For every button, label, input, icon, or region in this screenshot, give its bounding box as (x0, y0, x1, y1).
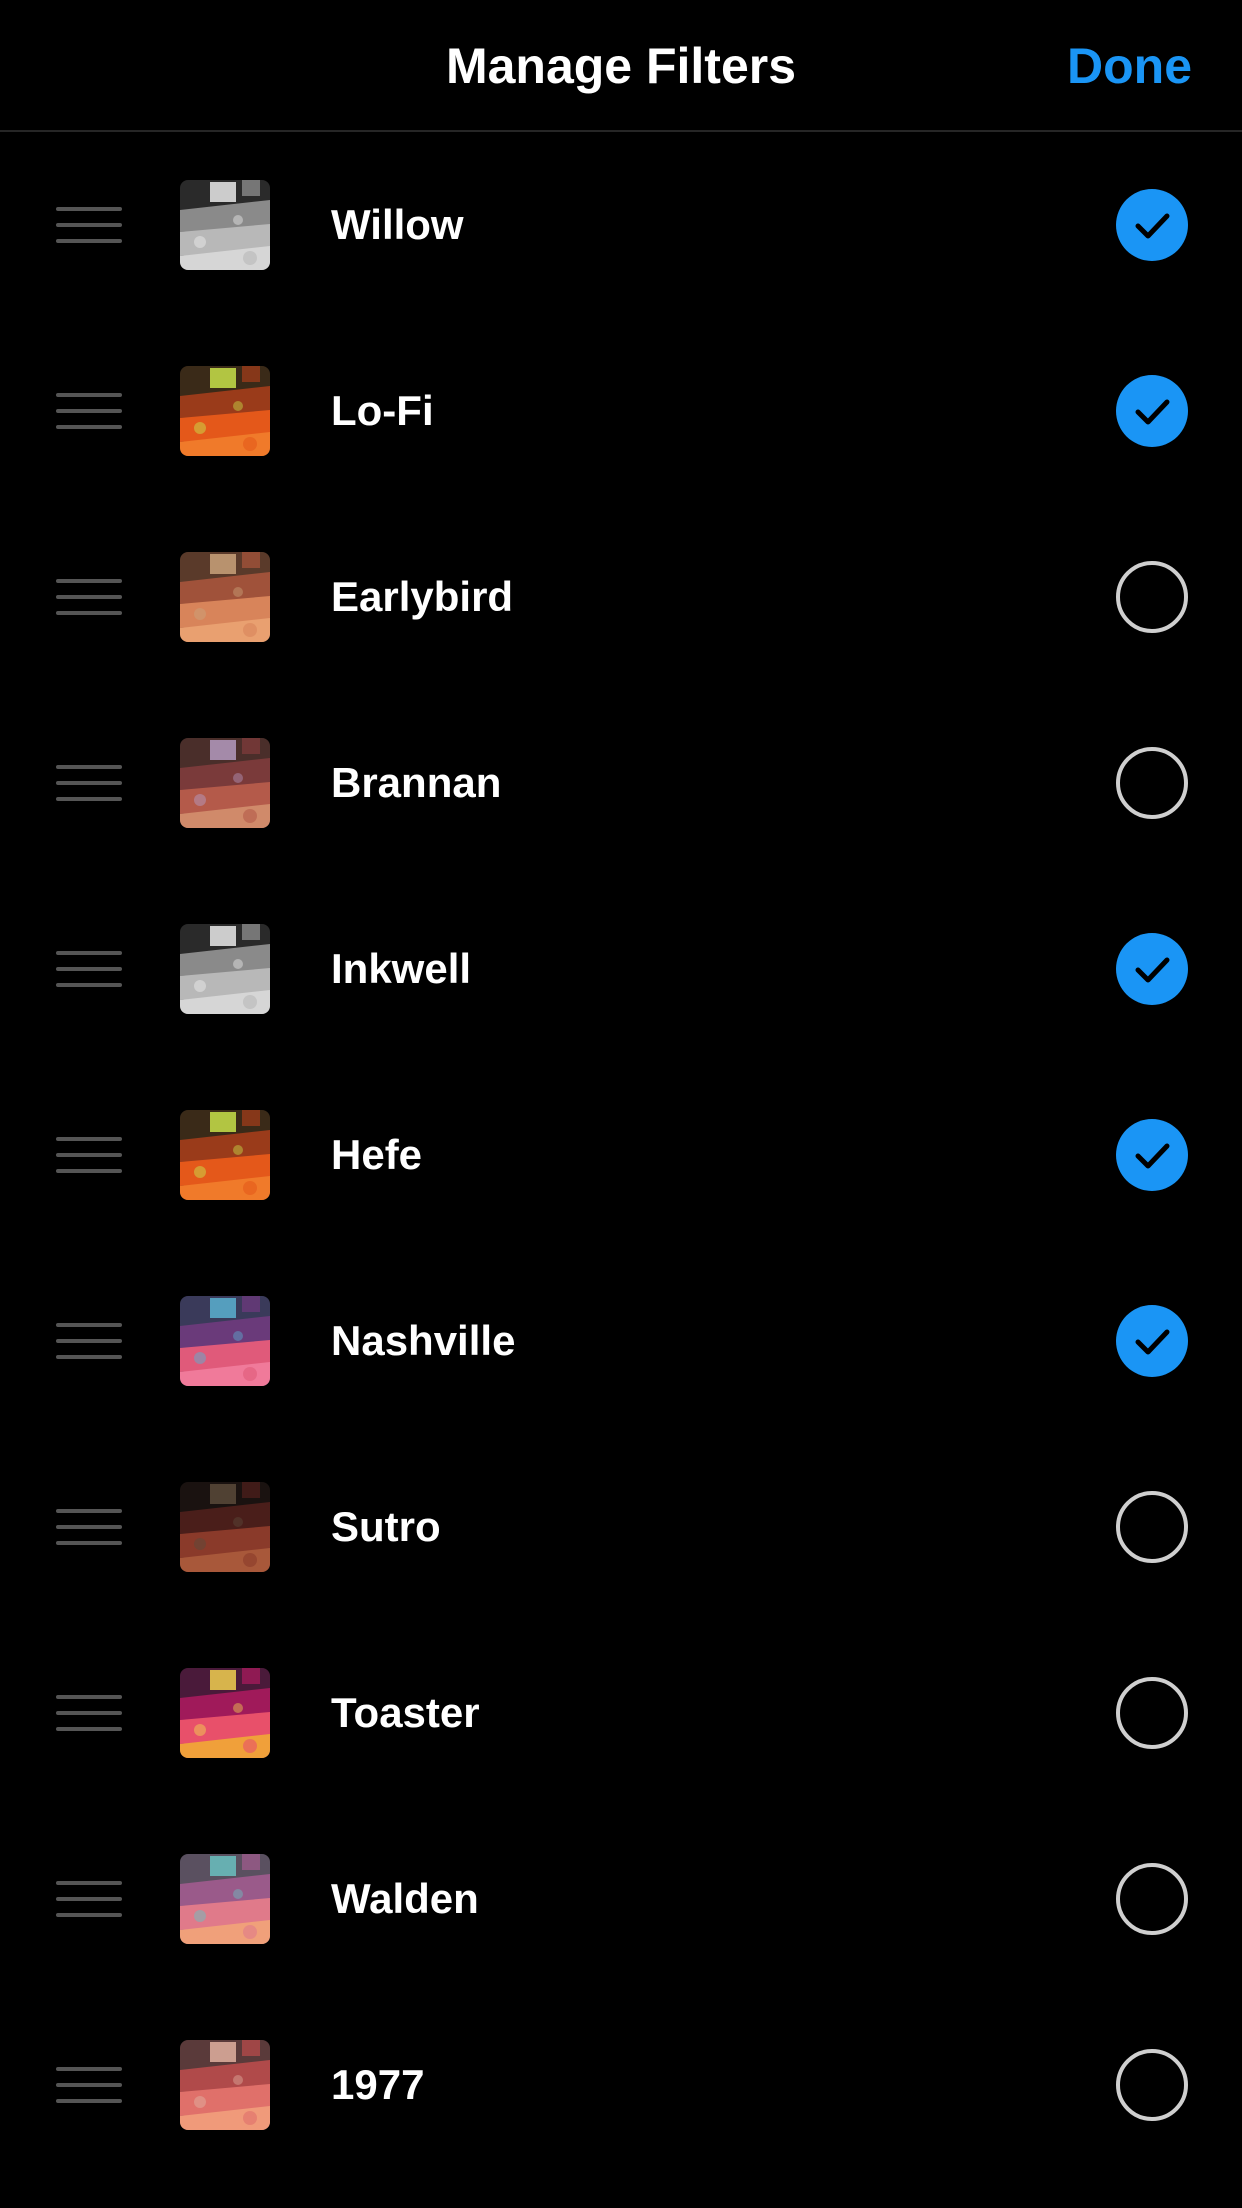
nav-header: Manage Filters Done (0, 0, 1242, 132)
drag-handle-icon[interactable] (56, 2067, 122, 2103)
drag-handle-icon[interactable] (56, 207, 122, 243)
filter-thumbnail (180, 366, 270, 456)
drag-handle-icon[interactable] (56, 579, 122, 615)
filter-name: Hefe (331, 1131, 423, 1178)
filter-thumbnail (180, 552, 270, 642)
filter-checkbox-unchecked[interactable] (1116, 747, 1188, 819)
drag-handle-icon[interactable] (56, 1509, 122, 1545)
drag-handle-icon[interactable] (56, 1323, 122, 1359)
drag-handle-icon[interactable] (56, 1137, 122, 1173)
filter-row: Willow (0, 132, 1242, 318)
filter-row: Walden (0, 1806, 1242, 1992)
filter-row: Inkwell (0, 876, 1242, 1062)
filter-list: Willow Lo-Fi Earlybird Brannan Inkwell Hefe Na… (0, 132, 1242, 2178)
page-title: Manage Filters (445, 38, 797, 94)
filter-row: Brannan (0, 690, 1242, 876)
drag-handle-icon[interactable] (56, 765, 122, 801)
filter-checkbox-unchecked[interactable] (1116, 1491, 1188, 1563)
filter-row: Lo-Fi (0, 318, 1242, 504)
filter-thumbnail (180, 1668, 270, 1758)
filter-row: Hefe (0, 1062, 1242, 1248)
filter-thumbnail (180, 1482, 270, 1572)
filter-checkbox-unchecked[interactable] (1116, 561, 1188, 633)
drag-handle-icon[interactable] (56, 1695, 122, 1731)
filter-name: Brannan (331, 759, 502, 806)
filter-thumbnail (180, 180, 270, 270)
filter-checkbox-checked[interactable] (1116, 375, 1188, 447)
filter-row: Sutro (0, 1434, 1242, 1620)
filter-name: Nashville (331, 1317, 516, 1364)
filter-row: Nashville (0, 1248, 1242, 1434)
filter-thumbnail (180, 738, 270, 828)
filter-checkbox-checked[interactable] (1116, 189, 1188, 261)
done-button[interactable]: Done (1067, 0, 1192, 132)
filter-checkbox-unchecked[interactable] (1116, 2049, 1188, 2121)
filter-row: Earlybird (0, 504, 1242, 690)
filter-name: Inkwell (331, 945, 472, 992)
filter-thumbnail (180, 1296, 270, 1386)
filter-checkbox-unchecked[interactable] (1116, 1677, 1188, 1749)
filter-name: Lo-Fi (331, 387, 434, 434)
filter-name: Sutro (331, 1503, 441, 1550)
filter-row: Toaster (0, 1620, 1242, 1806)
filter-thumbnail (180, 2040, 270, 2130)
filter-name: 1977 (331, 2061, 425, 2108)
filter-name: Walden (331, 1875, 479, 1922)
filter-checkbox-unchecked[interactable] (1116, 1863, 1188, 1935)
filter-checkbox-checked[interactable] (1116, 1119, 1188, 1191)
filter-name: Earlybird (331, 573, 514, 620)
filter-thumbnail (180, 1110, 270, 1200)
filter-checkbox-checked[interactable] (1116, 1305, 1188, 1377)
filter-row: 1977 (0, 1992, 1242, 2178)
filter-thumbnail (180, 924, 270, 1014)
filter-thumbnail (180, 1854, 270, 1944)
filter-checkbox-checked[interactable] (1116, 933, 1188, 1005)
drag-handle-icon[interactable] (56, 393, 122, 429)
drag-handle-icon[interactable] (56, 1881, 122, 1917)
filter-name: Toaster (331, 1689, 480, 1736)
drag-handle-icon[interactable] (56, 951, 122, 987)
filter-name: Willow (331, 201, 464, 248)
